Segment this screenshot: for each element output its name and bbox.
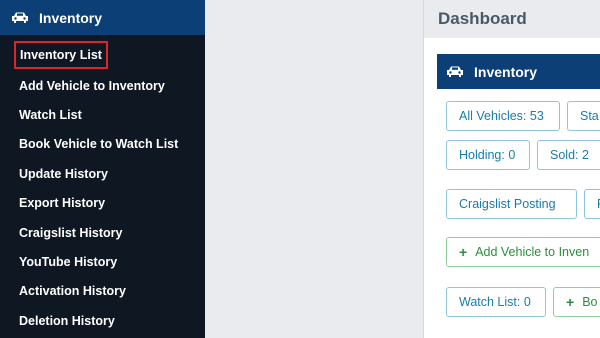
content-gap: [205, 0, 423, 338]
sidebar-item-inventory-list[interactable]: Inventory List: [14, 41, 108, 69]
book-button[interactable]: + Bo: [553, 287, 600, 317]
car-icon: [11, 11, 29, 24]
inventory-panel: Inventory All Vehicles: 53 Sta Holding: …: [423, 38, 600, 338]
plus-icon: +: [566, 294, 575, 310]
sidebar-item-export-history[interactable]: Export History: [19, 195, 105, 211]
sidebar: Inventory Inventory List Add Vehicle to …: [0, 0, 205, 338]
sidebar-header-inventory[interactable]: Inventory: [0, 0, 205, 35]
add-vehicle-label: Add Vehicle to Inven: [475, 245, 590, 259]
sidebar-item-activation-history[interactable]: Activation History: [19, 283, 126, 299]
sidebar-item-deletion-history[interactable]: Deletion History: [19, 313, 115, 329]
holding-button[interactable]: Holding: 0: [446, 140, 530, 170]
sidebar-item-add-vehicle[interactable]: Add Vehicle to Inventory: [19, 78, 165, 94]
sidebar-item-watch-list[interactable]: Watch List: [19, 107, 82, 123]
car-icon: [446, 65, 464, 78]
add-vehicle-button[interactable]: + Add Vehicle to Inven: [446, 237, 600, 267]
page-title: Dashboard: [438, 9, 527, 28]
all-vehicles-button[interactable]: All Vehicles: 53: [446, 101, 560, 131]
sidebar-item-youtube-history[interactable]: YouTube History: [19, 254, 117, 270]
inventory-panel-title: Inventory: [474, 63, 538, 80]
sold-button[interactable]: Sold: 2: [537, 140, 600, 170]
craigslist-posting-button[interactable]: Craigslist Posting: [446, 189, 577, 219]
sidebar-item-book-vehicle[interactable]: Book Vehicle to Watch List: [19, 136, 178, 152]
watch-list-button[interactable]: Watch List: 0: [446, 287, 546, 317]
book-label: Bo: [582, 295, 598, 309]
plus-icon: +: [459, 244, 468, 260]
sidebar-item-craigslist-history[interactable]: Craigslist History: [19, 225, 123, 241]
inventory-panel-header: Inventory: [437, 54, 600, 89]
dashboard-header: Dashboard: [423, 0, 600, 38]
status-button[interactable]: Sta: [567, 101, 600, 131]
f-button[interactable]: F: [584, 189, 600, 219]
sidebar-item-update-history[interactable]: Update History: [19, 166, 108, 182]
sidebar-title: Inventory: [39, 9, 103, 26]
